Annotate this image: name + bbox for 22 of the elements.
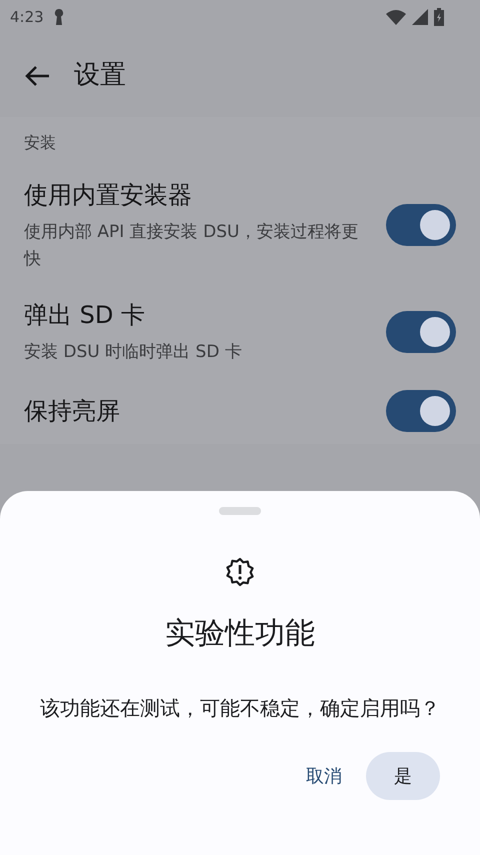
cancel-button[interactable]: 取消	[290, 752, 358, 800]
keyhole-icon	[54, 9, 64, 25]
battery-icon	[434, 8, 444, 26]
toggle-switch[interactable]	[386, 204, 456, 246]
back-arrow-icon[interactable]	[24, 64, 50, 86]
status-time: 4:23	[10, 6, 44, 28]
toggle-switch[interactable]	[386, 310, 456, 352]
setting-title: 使用内置安装器	[24, 180, 193, 211]
drag-handle[interactable]	[219, 507, 261, 515]
confirm-button[interactable]: 是	[366, 752, 440, 800]
warning-badge-icon	[225, 557, 255, 587]
setting-description: 安装 DSU 时临时弹出 SD 卡	[24, 341, 243, 364]
wifi-icon	[386, 9, 406, 25]
setting-title: 弹出 SD 卡	[24, 300, 146, 331]
dialog-title: 实验性功能	[165, 615, 315, 653]
toggle-switch[interactable]	[386, 390, 456, 432]
section-header: 安装	[24, 133, 56, 152]
setting-description: 使用内部 API 直接安装 DSU，安装过程将更快	[24, 221, 360, 271]
setting-title: 保持亮屏	[24, 396, 121, 427]
dialog-message: 该功能还在测试，可能不稳定，确定启用吗？	[39, 695, 441, 722]
signal-icon	[412, 9, 428, 25]
page-title: 设置	[74, 59, 126, 92]
